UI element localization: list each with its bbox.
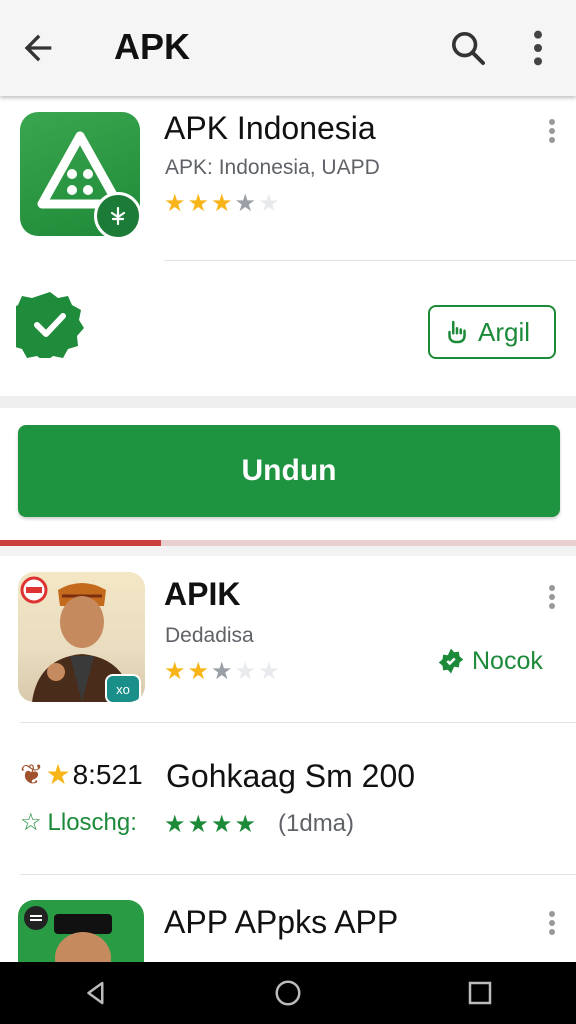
more-vert-icon[interactable] [548,118,556,144]
rating-stars: ★ ★ ★ ★ ★ [164,192,280,216]
rank-indicator: ❦ ★ 8:521 [20,758,143,791]
star-icon: ★ [164,190,186,217]
download-button-label: Undun [241,454,337,487]
app-title: APP APpks APP [164,904,399,940]
puzzle-badge-icon [438,648,464,674]
system-nav-bar [0,962,576,1024]
star-icon: ★ [211,811,233,838]
open-button-label: Argil [478,316,531,347]
recents-icon[interactable] [465,978,495,1008]
app-icon[interactable] [20,112,142,240]
app-badge: xo [105,674,141,702]
star-empty-icon: ★ [258,190,280,217]
star-empty-icon: ★ [234,658,257,685]
verified-badge-icon [16,292,84,358]
star-icon: ★ [164,658,186,685]
page-title: APK [114,26,191,67]
rating-stars: ★ ★ ★ ★ ★ [164,660,280,684]
plant-badge-icon [94,192,142,240]
search-icon[interactable] [448,28,488,68]
star-outline-icon: ☆ [20,809,42,836]
divider [164,260,576,261]
app-icon-avatar[interactable]: xo [18,572,145,702]
rank-number: 8:521 [72,758,143,790]
hand-pointer-icon [448,320,466,344]
star-half-icon: ★ [234,190,257,217]
more-vert-icon[interactable] [548,584,556,610]
install-action[interactable]: Nocok [436,646,543,676]
download-button[interactable]: Undun [18,425,560,517]
star-icon: ★ [187,811,210,838]
install-action-label: Nocok [472,646,543,675]
divider [20,722,576,723]
rating-stars: ★ ★ ★ ★ [164,810,256,839]
star-icon: ★ [234,811,257,838]
rating-count: (1dma) [278,810,355,837]
app-title: APK Indonesia [164,110,376,146]
star-icon: ★ [187,658,210,685]
more-vert-icon[interactable] [548,910,556,936]
wishlist-action[interactable]: ☆ Lloschg: [20,808,137,837]
app-title: Gohkaag Sm 200 [166,758,416,794]
star-icon: ★ [211,190,233,217]
wishlist-label: Lloschg: [47,808,137,836]
app-subtitle: APK: Indonesia, UAPD [165,156,380,179]
back-icon[interactable] [81,978,111,1008]
star-icon: ★ [187,190,210,217]
garuda-icon: ❦ [20,759,44,790]
person-portrait-icon [24,906,112,970]
home-icon[interactable] [273,978,303,1008]
arrow-back-icon[interactable] [18,28,58,68]
more-vert-icon[interactable] [524,28,552,68]
star-half-icon: ★ [211,658,233,685]
section-gap [0,546,576,556]
app-bar: APK [0,0,576,96]
section-gap [0,396,576,408]
star-icon: ★ [164,811,186,838]
app-icon-avatar[interactable] [18,900,144,970]
app-title: APIK [164,576,241,612]
open-button[interactable]: Argil [428,305,556,359]
star-icon: ★ [45,759,71,790]
divider [20,874,576,875]
app-subtitle: Dedadisa [165,624,254,647]
star-empty-icon: ★ [258,658,280,685]
